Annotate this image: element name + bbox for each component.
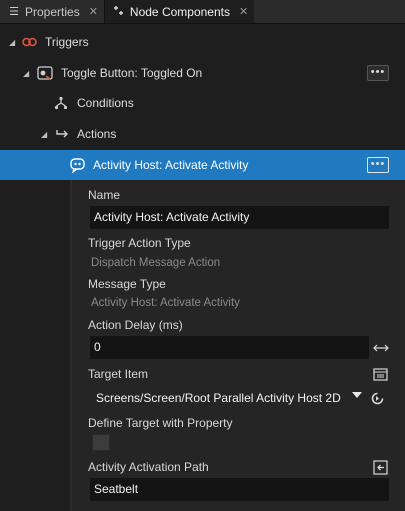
trigger-action-type-label: Trigger Action Type: [88, 236, 191, 250]
expand-arrow-icon[interactable]: ◢: [23, 69, 29, 78]
components-icon: [113, 5, 125, 19]
tree-item-label: Toggle Button: Toggled On: [61, 66, 203, 80]
name-label: Name: [88, 188, 121, 202]
select-item-icon[interactable]: [372, 366, 388, 382]
tree-item-label: Conditions: [77, 96, 134, 110]
target-item-dropdown[interactable]: Screens/Screen/Root Parallel Activity Ho…: [90, 387, 365, 409]
name-field[interactable]: Activity Host: Activate Activity: [90, 206, 389, 229]
panel-edge: [70, 180, 72, 511]
chevron-down-icon[interactable]: [352, 392, 362, 398]
message-type-value: Activity Host: Activate Activity: [91, 297, 240, 309]
tab-properties[interactable]: ☰ Properties ✕: [0, 0, 104, 23]
tab-node-components[interactable]: Node Components ✕: [104, 0, 255, 23]
more-options-button[interactable]: •••: [367, 157, 389, 173]
actions-icon: [55, 126, 71, 142]
activity-icon: [70, 157, 86, 173]
bind-property-icon[interactable]: [372, 459, 388, 475]
tree-item-toggle-button[interactable]: ◢ Toggle Button: Toggled On •••: [0, 58, 405, 88]
list-icon: ☰: [9, 6, 19, 18]
tab-bar: ☰ Properties ✕ Node Components ✕: [0, 0, 405, 24]
tree-item-label: Triggers: [45, 35, 89, 49]
close-icon[interactable]: ✕: [239, 5, 248, 18]
tree-item-triggers[interactable]: ◢ Triggers: [0, 27, 405, 57]
tree-item-label: Activity Host: Activate Activity: [93, 158, 249, 172]
target-item-label: Target Item: [88, 367, 149, 381]
trigger-action-type-value: Dispatch Message Action: [91, 257, 221, 269]
trigger-icon: [21, 34, 37, 50]
action-delay-field[interactable]: 0: [90, 336, 369, 359]
activation-path-field[interactable]: Seatbelt: [90, 478, 389, 501]
toggle-button-icon: [37, 65, 53, 81]
reset-icon[interactable]: [369, 390, 385, 406]
message-type-label: Message Type: [88, 277, 166, 291]
define-target-label: Define Target with Property: [88, 416, 233, 430]
action-delay-label: Action Delay (ms): [88, 318, 183, 332]
define-target-checkbox[interactable]: [92, 434, 110, 451]
drag-adjust-icon[interactable]: [373, 340, 389, 356]
tree-item-actions[interactable]: ◢ Actions: [0, 119, 405, 149]
expand-arrow-icon[interactable]: ◢: [41, 130, 47, 139]
tree-item-conditions[interactable]: Conditions: [0, 88, 405, 118]
conditions-icon: [53, 95, 69, 111]
tree-item-label: Actions: [77, 127, 117, 141]
tab-node-components-label: Node Components: [129, 4, 230, 19]
more-options-button[interactable]: •••: [367, 65, 389, 81]
action-properties-panel: Name Activity Host: Activate Activity Tr…: [70, 180, 405, 511]
tab-properties-label: Properties: [25, 4, 80, 19]
close-icon[interactable]: ✕: [89, 5, 98, 18]
tree-item-activity-host[interactable]: Activity Host: Activate Activity •••: [0, 150, 405, 180]
activation-path-label: Activity Activation Path: [88, 460, 209, 474]
expand-arrow-icon[interactable]: ◢: [9, 38, 15, 47]
